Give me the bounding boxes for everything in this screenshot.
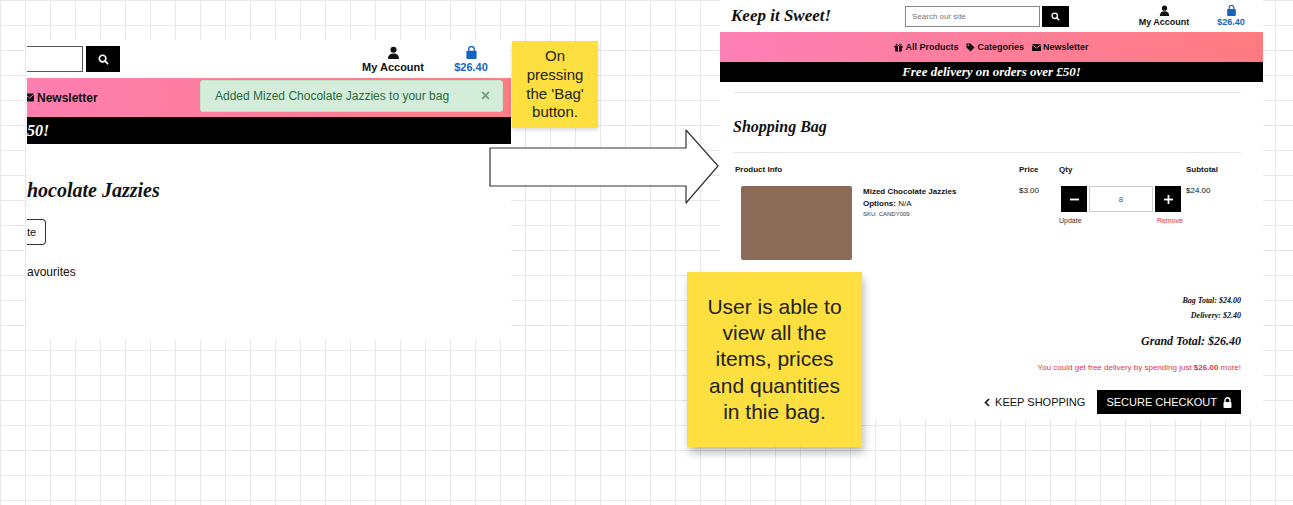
tag-icon xyxy=(966,43,975,52)
secure-checkout-button[interactable]: SECURE CHECKOUT xyxy=(1097,390,1241,414)
gift-icon xyxy=(894,43,903,52)
bag-total: $26.40 xyxy=(454,61,488,73)
nav-label: All Products xyxy=(905,42,958,52)
arrow-shape xyxy=(488,128,721,206)
bag-total: $26.40 xyxy=(1217,17,1245,27)
bag-link[interactable]: $26.40 xyxy=(441,46,501,73)
free-delivery-amount: $26.00 xyxy=(1194,363,1218,372)
search-input[interactable] xyxy=(905,6,1040,27)
left-screenshot: My Account $26.40 Newsletter 50! hocolat… xyxy=(27,40,511,340)
search-button[interactable] xyxy=(86,46,120,72)
delivery-line: Delivery: $2.40 xyxy=(1191,309,1241,323)
keep-shopping-label: KEEP SHOPPING xyxy=(995,396,1085,408)
bag-title: Shopping Bag xyxy=(733,117,1241,137)
nav-label: Categories xyxy=(977,42,1024,52)
remove-link[interactable]: Remove xyxy=(1157,217,1183,224)
nav-item[interactable]: Categories xyxy=(966,42,1024,52)
account-link[interactable]: My Account xyxy=(1129,5,1199,27)
nav-item[interactable]: All Products xyxy=(894,42,958,52)
sticky-note: User is able to view all the items, pric… xyxy=(687,272,862,447)
toast-close[interactable]: × xyxy=(481,87,490,105)
product-button-label: te xyxy=(27,226,36,238)
free-delivery-message: You could get free delivery by spending … xyxy=(1020,354,1241,381)
keep-shopping-button[interactable]: KEEP SHOPPING xyxy=(984,391,1085,413)
search-input[interactable] xyxy=(27,46,83,72)
column-header: Qty xyxy=(1059,163,1186,177)
note-text: User is able to view all the items, pric… xyxy=(699,294,850,425)
magnifier-icon xyxy=(1051,12,1060,21)
note-text: On pressing the 'Bag' button. xyxy=(518,47,592,122)
quantity-input[interactable] xyxy=(1089,186,1153,212)
magnifier-icon xyxy=(98,54,109,65)
product-button[interactable]: te xyxy=(27,219,46,245)
bag-total-line: Bag Total: $24.00 xyxy=(1182,294,1241,308)
sticky-note: On pressing the 'Bag' button. xyxy=(512,41,598,128)
free-delivery-text: more! xyxy=(1218,363,1241,372)
column-header: Price xyxy=(1019,163,1059,177)
product-options: Options: N/A xyxy=(863,198,1019,210)
decrement-button[interactable] xyxy=(1061,186,1087,212)
nav-label: Newsletter xyxy=(1043,42,1089,52)
product-sku: SKU: CANDY009 xyxy=(863,210,1019,219)
bag-link[interactable]: $26.40 xyxy=(1209,5,1253,27)
update-link[interactable]: Update xyxy=(1059,217,1082,224)
delivery-banner: Free delivery on orders over £50! xyxy=(902,64,1081,80)
envelope-icon xyxy=(27,93,34,102)
envelope-icon xyxy=(1032,43,1041,52)
column-header: Product Info xyxy=(735,163,1019,177)
column-header: Subtotal xyxy=(1186,163,1241,177)
person-icon xyxy=(1159,5,1170,16)
toast-message: Added Mized Chocolate Jazzies to your ba… xyxy=(215,89,449,103)
newsletter-link[interactable]: Newsletter xyxy=(37,91,98,105)
quantity-control xyxy=(1061,186,1181,212)
account-link[interactable]: My Account xyxy=(353,46,433,73)
account-label: My Account xyxy=(362,61,424,73)
account-label: My Account xyxy=(1139,17,1190,27)
options-label: Options: xyxy=(863,199,896,208)
grand-total: Grand Total: $26.40 xyxy=(1141,333,1241,349)
product-price: $3.00 xyxy=(1019,177,1059,260)
free-delivery-text: You could get free delivery by spending … xyxy=(1038,363,1194,372)
product-image xyxy=(741,186,852,260)
bag-icon xyxy=(465,46,478,59)
search-button[interactable] xyxy=(1042,6,1069,27)
increment-button[interactable] xyxy=(1155,186,1181,212)
product-name: Mized Chocolate Jazzies xyxy=(863,186,1019,198)
secure-checkout-label: SECURE CHECKOUT xyxy=(1106,396,1217,408)
bag-icon xyxy=(1226,5,1237,16)
toast: Added Mized Chocolate Jazzies to your ba… xyxy=(200,80,503,112)
person-icon xyxy=(387,46,400,59)
product-subtotal: $24.00 xyxy=(1186,177,1241,260)
nav-item[interactable]: Newsletter xyxy=(1032,42,1089,52)
delivery-banner: 50! xyxy=(27,122,49,140)
product-title: hocolate Jazzies xyxy=(27,177,511,203)
chevron-left-icon xyxy=(984,398,990,407)
favourites-link[interactable]: avourites xyxy=(27,265,511,279)
options-value: N/A xyxy=(898,199,911,208)
minus-icon xyxy=(1070,195,1079,204)
plus-icon xyxy=(1164,195,1173,204)
logo[interactable]: Keep it Sweet! xyxy=(731,6,831,25)
lock-icon xyxy=(1223,397,1232,408)
